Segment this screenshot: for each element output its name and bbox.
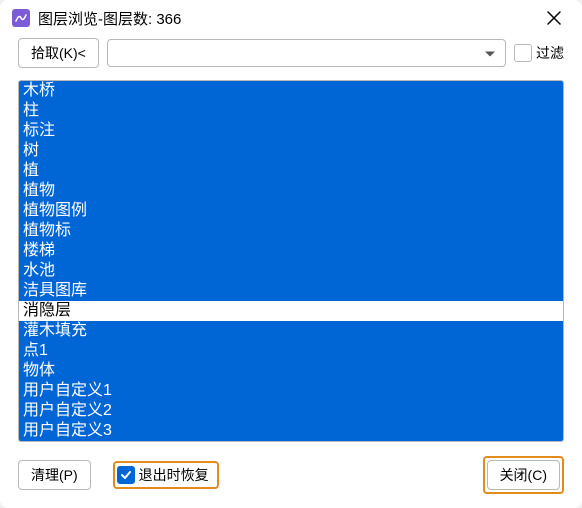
close-button[interactable]: 关闭(C) (487, 460, 560, 490)
list-item[interactable]: 物体 (19, 361, 563, 381)
app-icon (12, 9, 30, 27)
list-item[interactable]: 楼梯 (19, 241, 563, 261)
list-item[interactable]: 木桥 (19, 81, 563, 101)
list-item[interactable]: 植 (19, 161, 563, 181)
list-item[interactable]: 消隐层 (19, 301, 563, 321)
filter-combobox[interactable] (107, 39, 506, 67)
pick-button[interactable]: 拾取(K)< (18, 38, 99, 68)
list-item[interactable]: 植物标 (19, 221, 563, 241)
window-title: 图层浏览-图层数: 366 (38, 8, 536, 29)
list-item[interactable]: 植物图例 (19, 201, 563, 221)
close-highlight: 关闭(C) (483, 456, 564, 494)
restore-checkbox-wrap[interactable]: 退出时恢复 (117, 465, 215, 485)
toolbar: 拾取(K)< 过滤 (0, 36, 582, 80)
list-item[interactable]: 点1 (19, 341, 563, 361)
dialog-window: 图层浏览-图层数: 366 拾取(K)< 过滤 景观暖洞木桥柱标注树植植物植物图… (0, 0, 582, 508)
list-item[interactable]: 标注 (19, 121, 563, 141)
titlebar: 图层浏览-图层数: 366 (0, 0, 582, 36)
list-item[interactable]: 用户自定义3 (19, 421, 563, 441)
layer-list[interactable]: 景观暖洞木桥柱标注树植植物植物图例植物标楼梯水池洁具图库消隐层灌木填充点1物体用… (19, 81, 563, 441)
close-icon[interactable] (536, 0, 572, 36)
list-item[interactable]: 植物 (19, 181, 563, 201)
restore-label: 退出时恢复 (139, 465, 209, 485)
layer-list-container: 景观暖洞木桥柱标注树植植物植物图例植物标楼梯水池洁具图库消隐层灌木填充点1物体用… (18, 80, 564, 442)
list-item[interactable]: 柱 (19, 101, 563, 121)
footer: 清理(P) 退出时恢复 关闭(C) (0, 442, 582, 508)
list-item[interactable]: 用户自定义1 (19, 381, 563, 401)
filter-checkbox-wrap[interactable]: 过滤 (514, 43, 564, 63)
list-item[interactable]: 树 (19, 141, 563, 161)
filter-checkbox[interactable] (514, 44, 532, 62)
filter-label: 过滤 (536, 43, 564, 63)
restore-checkbox[interactable] (117, 466, 135, 484)
restore-highlight: 退出时恢复 (113, 461, 219, 489)
list-item[interactable]: 灌木填充 (19, 321, 563, 341)
list-item[interactable]: 洁具图库 (19, 281, 563, 301)
cleanup-button[interactable]: 清理(P) (18, 460, 91, 490)
list-item[interactable]: 水池 (19, 261, 563, 281)
list-item[interactable]: 用户自定义2 (19, 401, 563, 421)
